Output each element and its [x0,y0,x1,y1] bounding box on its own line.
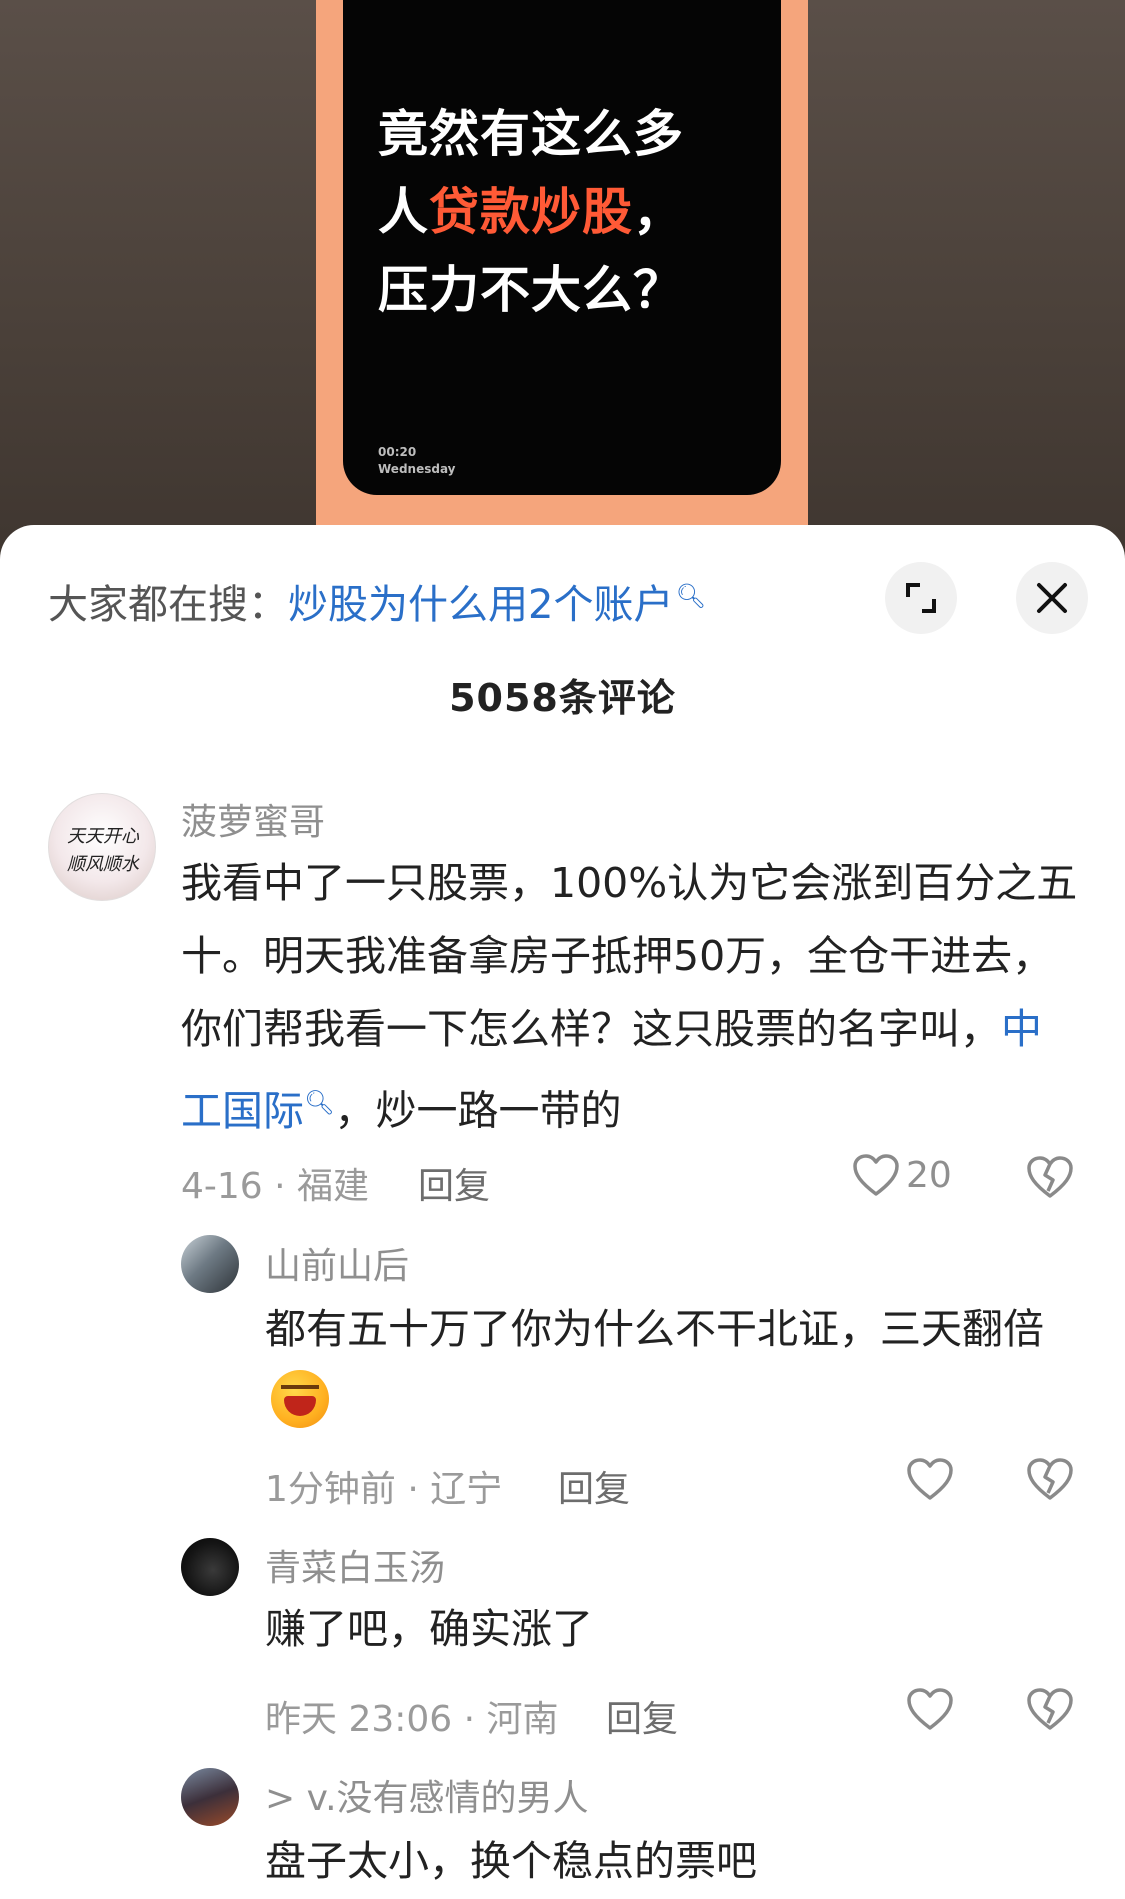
heart-icon [853,1154,899,1196]
headline-highlight: 贷款炒股 [429,183,633,241]
avatar[interactable] [181,1538,239,1596]
like-button[interactable] [906,1687,954,1731]
comment-username[interactable]: 菠萝蜜哥 [181,793,325,845]
headline-line-2-post: ， [633,183,684,241]
reply-content: 都有五十万了你为什么不干北证，三天翻倍 [265,1293,1085,1439]
search-link[interactable]: 炒股为什么用2个账户🔍︎ [288,572,706,630]
reply-content: 盘子太小，换个稳点的票吧 [265,1837,757,1885]
search-term: 炒股为什么用2个账户 [288,582,674,628]
headline-line-2-pre: 人 [378,183,429,241]
comment-count: 5058条评论 [449,676,676,720]
avatar[interactable] [181,1235,239,1293]
avatar[interactable] [181,1768,239,1826]
video-player[interactable]: 竟然有这么多 人贷款炒股， 压力不大么？ 00:20 Wednesday [0,0,1125,560]
reply-button[interactable]: 回复 [558,1460,630,1512]
video-headline: 竟然有这么多 人贷款炒股， 压力不大么？ [378,95,758,329]
search-icon: 🔍︎ [304,1088,335,1116]
heart-icon [907,1688,953,1730]
laughing-emoji-icon [271,1370,329,1428]
comment-text: 我看中了一只股票，100%认为它会涨到百分之五十。明天我准备拿房子抵押50万，全… [181,859,1078,1053]
reply-username[interactable]: 青菜白玉汤 [265,1539,445,1591]
reply-meta: 昨天 23:06 · 河南 [265,1699,559,1740]
like-button[interactable] [906,1457,954,1501]
like-button[interactable]: 20 [852,1153,952,1197]
dislike-button[interactable] [1026,1457,1074,1505]
broken-heart-icon [1027,1458,1073,1500]
phone-clock: 00:20 Wednesday [378,444,456,478]
video-frame: 竟然有这么多 人贷款炒股， 压力不大么？ 00:20 Wednesday [316,0,808,560]
reply-content: 赚了吧，确实涨了 [265,1605,593,1653]
search-prefix: 大家都在搜： [48,582,288,628]
reply-username[interactable]: 山前山后 [265,1237,409,1289]
search-icon: 🔍︎ [675,581,706,610]
comment-meta: 4-16 · 福建 [181,1166,370,1207]
broken-heart-icon [1027,1688,1073,1730]
comment-text-tail: ，炒一路一带的 [334,1086,622,1135]
trending-search[interactable]: 大家都在搜： 炒股为什么用2个账户🔍︎ [48,573,706,629]
expand-button[interactable] [885,562,957,634]
avatar-text-1: 天天开心 [67,826,139,847]
expand-icon [906,583,936,613]
phone-day: Wednesday [378,462,456,476]
dislike-button[interactable] [1026,1687,1074,1735]
reply-button[interactable]: 回复 [418,1157,490,1209]
comment-sheet: 大家都在搜： 炒股为什么用2个账户🔍︎ 5058条评论 天天开心 顺风顺水 菠萝… [0,525,1125,1899]
avatar-text-2: 顺风顺水 [67,854,139,875]
avatar[interactable]: 天天开心 顺风顺水 [48,793,156,901]
headline-line-2: 人贷款炒股， [378,173,758,251]
phone-time: 00:20 [378,445,417,459]
like-count: 20 [906,1154,952,1196]
reply-meta: 1分钟前 · 辽宁 [265,1469,503,1510]
reply-text: 都有五十万了你为什么不干北证，三天翻倍 [265,1305,1044,1353]
dislike-button[interactable] [1026,1155,1074,1203]
headline-line-3: 压力不大么？ [378,261,684,319]
broken-heart-icon [1027,1156,1073,1198]
close-button[interactable] [1016,562,1088,634]
heart-icon [907,1458,953,1500]
reply-button[interactable]: 回复 [606,1690,678,1742]
headline-line-1: 竟然有这么多 [378,105,684,163]
close-icon [1037,583,1067,613]
reply-username[interactable]: > v.没有感情的男人 [265,1769,589,1821]
comment-content: 我看中了一只股票，100%认为它会涨到百分之五十。明天我准备拿房子抵押50万，全… [181,847,1081,1148]
video-phone-card: 竟然有这么多 人贷款炒股， 压力不大么？ 00:20 Wednesday [343,0,781,495]
